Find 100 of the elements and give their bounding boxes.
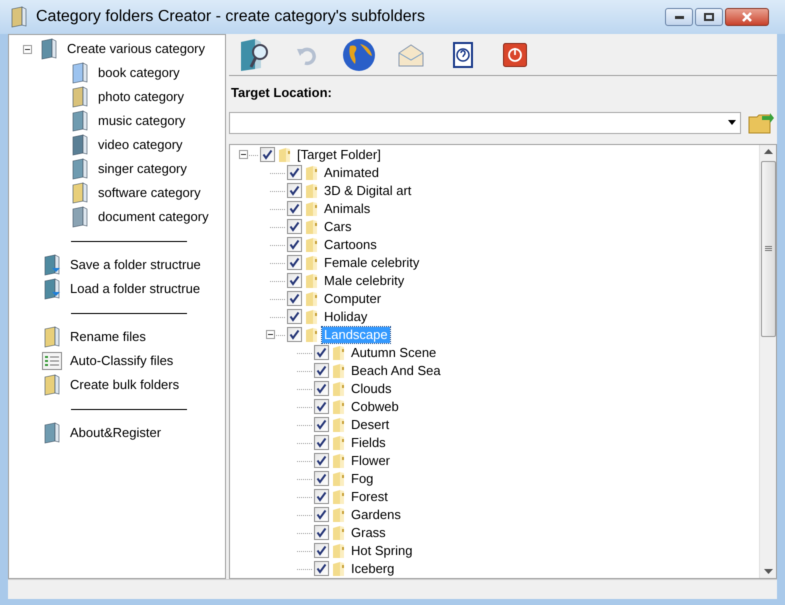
scrollbar[interactable]	[759, 144, 776, 578]
close-button[interactable]	[725, 8, 769, 26]
checkbox[interactable]	[314, 417, 329, 432]
tree-item[interactable]: Iceberg	[349, 560, 396, 576]
collapse-icon[interactable]	[266, 330, 275, 339]
folder-search-icon	[239, 38, 271, 72]
folder-icon	[71, 158, 89, 180]
checkbox[interactable]	[314, 525, 329, 540]
tree-item[interactable]: Clouds	[349, 380, 394, 396]
checkbox[interactable]	[314, 435, 329, 450]
folder-icon	[10, 6, 28, 28]
folder-icon	[305, 236, 319, 252]
sidebar-item[interactable]: Create various category	[67, 39, 206, 59]
folder-icon	[305, 254, 319, 270]
power-icon	[503, 42, 527, 66]
sidebar-item[interactable]: Rename files	[70, 327, 146, 347]
tree-item[interactable]: Holiday	[322, 308, 370, 324]
folder-arrow-icon	[43, 278, 61, 300]
help-icon	[453, 42, 473, 68]
folder-icon	[305, 200, 319, 216]
tree-item[interactable]: Cartoons	[322, 236, 379, 252]
checkbox[interactable]	[287, 309, 302, 324]
checkbox[interactable]	[287, 183, 302, 198]
tree-item[interactable]: [Target Folder]	[295, 146, 383, 162]
sidebar-item[interactable]: book category	[98, 63, 180, 83]
folder-icon	[43, 374, 61, 396]
checkbox[interactable]	[314, 381, 329, 396]
checkbox[interactable]	[260, 147, 275, 162]
checkbox[interactable]	[287, 273, 302, 288]
sidebar-item[interactable]: Load a folder structrue	[70, 279, 200, 299]
checkbox[interactable]	[314, 345, 329, 360]
checkbox[interactable]	[314, 363, 329, 378]
close-icon	[741, 12, 753, 22]
tree-item[interactable]: Forest	[349, 488, 390, 504]
folder-icon	[332, 362, 346, 378]
folder-icon	[305, 290, 319, 306]
sidebar-item[interactable]: software category	[98, 183, 201, 203]
checkbox[interactable]	[287, 165, 302, 180]
dropdown-arrow-icon	[728, 120, 736, 125]
scrollbar-thumb[interactable]	[760, 160, 776, 336]
checkbox[interactable]	[314, 471, 329, 486]
tree-item[interactable]: Desert	[349, 416, 392, 432]
sidebar-item[interactable]: video category	[98, 135, 183, 155]
tree-item[interactable]: Beach And Sea	[349, 362, 443, 378]
tree-item[interactable]: Cars	[322, 218, 354, 234]
checkbox[interactable]	[314, 399, 329, 414]
checkbox[interactable]	[287, 201, 302, 216]
sidebar-item[interactable]: Create bulk folders	[70, 375, 180, 395]
sidebar-item[interactable]: music category	[98, 111, 186, 131]
checkbox[interactable]	[314, 453, 329, 468]
sidebar-item[interactable]: photo category	[98, 87, 184, 107]
folder-icon	[43, 326, 61, 348]
folder-icon	[332, 416, 346, 432]
tree-item[interactable]: Autumn Scene	[349, 344, 438, 360]
sidebar-item[interactable]: document category	[98, 207, 209, 227]
tree-item[interactable]: 3D & Digital art	[322, 182, 414, 198]
checkbox[interactable]	[287, 291, 302, 306]
folder-icon	[305, 326, 319, 342]
tree-item[interactable]: Cobweb	[349, 398, 401, 414]
tree-item[interactable]: Fog	[349, 470, 376, 486]
folder-icon	[40, 38, 58, 60]
tree-item[interactable]: Fields	[349, 434, 388, 450]
minimize-button[interactable]	[665, 8, 693, 26]
folder-icon	[332, 524, 346, 540]
tree-item[interactable]: Animals	[322, 200, 372, 216]
collapse-icon[interactable]	[239, 150, 248, 159]
list-icon	[42, 352, 62, 370]
checkbox[interactable]	[314, 543, 329, 558]
target-location-label: Target Location:	[231, 84, 333, 102]
target-location-field[interactable]	[229, 112, 741, 134]
folder-icon	[71, 134, 89, 156]
tree-item[interactable]: Male celebrity	[322, 272, 406, 288]
checkbox[interactable]	[314, 507, 329, 522]
collapse-icon[interactable]	[23, 44, 32, 54]
checkbox[interactable]	[314, 561, 329, 576]
checkbox[interactable]	[287, 219, 302, 234]
tree-item[interactable]: Flower	[349, 452, 392, 468]
folder-icon	[332, 506, 346, 522]
book-icon	[71, 62, 89, 84]
tree-item[interactable]: Gardens	[349, 506, 403, 522]
folder-icon	[305, 164, 319, 180]
folder-icon	[305, 308, 319, 324]
envelope-icon	[398, 42, 424, 66]
folder-icon	[71, 182, 89, 204]
sidebar-item[interactable]: About&Register	[70, 423, 162, 443]
tree-item[interactable]: Animated	[322, 164, 381, 180]
folder-icon	[332, 470, 346, 486]
maximize-button[interactable]	[695, 8, 723, 26]
checkbox[interactable]	[287, 255, 302, 270]
sidebar-item[interactable]: singer category	[98, 159, 187, 179]
tree-item[interactable]: Grass	[349, 524, 388, 540]
folder-arrow-icon	[43, 254, 61, 276]
checkbox[interactable]	[287, 237, 302, 252]
tree-item[interactable]: Female celebrity	[322, 254, 422, 270]
sidebar-item[interactable]: Save a folder structrue	[70, 255, 201, 275]
sidebar-item[interactable]: Auto-Classify files	[70, 351, 174, 371]
tree-item[interactable]: Computer	[322, 290, 384, 306]
checkbox[interactable]	[287, 327, 302, 342]
tree-item[interactable]: Hot Spring	[349, 542, 414, 558]
checkbox[interactable]	[314, 489, 329, 504]
